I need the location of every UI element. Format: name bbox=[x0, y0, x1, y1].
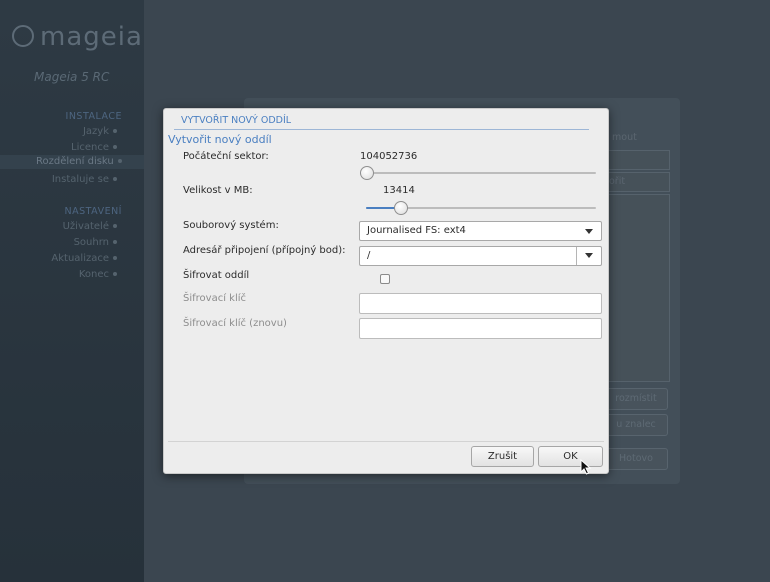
step-dot-icon bbox=[113, 256, 117, 260]
bg-button: rozmístit bbox=[604, 388, 668, 410]
sidebar-item-language: Jazyk bbox=[0, 126, 117, 137]
bg-partial-label: mout bbox=[612, 132, 637, 143]
bg-field: ořit bbox=[604, 172, 670, 192]
sidebar-heading-install: INSTALACE bbox=[65, 111, 122, 122]
sidebar: mageia Mageia 5 RC INSTALACE Jazyk Licen… bbox=[0, 0, 144, 582]
ok-button[interactable]: OK bbox=[538, 446, 603, 467]
sidebar-item-label: Aktualizace bbox=[51, 253, 109, 264]
button-divider bbox=[168, 441, 604, 442]
create-partition-dialog: VYTVOŘIT NOVÝ ODDÍL Vytvořit nový oddíl … bbox=[163, 108, 609, 474]
version-label: Mageia 5 RC bbox=[34, 70, 110, 84]
sidebar-item-label: Rozdělení disku bbox=[36, 156, 114, 167]
bg-field bbox=[604, 150, 670, 170]
filesystem-label: Souborový systém: bbox=[183, 220, 279, 231]
sidebar-item-label: Jazyk bbox=[82, 126, 109, 137]
step-dot-icon bbox=[113, 177, 117, 181]
slider-handle[interactable] bbox=[394, 201, 408, 215]
title-divider bbox=[174, 129, 589, 130]
sidebar-item-partitioning: Rozdělení disku bbox=[0, 155, 144, 169]
sidebar-item-updates: Aktualizace bbox=[0, 253, 117, 264]
sidebar-item-finish: Konec bbox=[0, 269, 117, 280]
mount-point-label: Adresář připojení (přípojný bod): bbox=[183, 245, 346, 256]
encrypt-checkbox[interactable] bbox=[380, 274, 390, 284]
start-sector-slider[interactable] bbox=[360, 165, 596, 181]
size-value: 13414 bbox=[383, 185, 415, 196]
bg-list bbox=[604, 194, 670, 382]
start-sector-label: Počáteční sektor: bbox=[183, 151, 269, 162]
mount-point-dropdown-button[interactable] bbox=[576, 247, 601, 265]
mageia-cauldron-icon bbox=[12, 24, 34, 47]
dialog-subtitle: Vytvořit nový oddíl bbox=[168, 133, 272, 146]
encrypt-key-label: Šifrovací klíč bbox=[183, 293, 247, 304]
sidebar-heading-settings: NASTAVENÍ bbox=[64, 206, 122, 217]
mageia-logo: mageia bbox=[12, 22, 143, 52]
encrypt-key-again-label: Šifrovací klíč (znovu) bbox=[183, 318, 287, 329]
start-sector-value: 104052736 bbox=[360, 151, 418, 162]
sidebar-item-installing: Instaluje se bbox=[0, 174, 117, 185]
mount-point-value: / bbox=[367, 250, 371, 261]
step-dot-icon bbox=[113, 240, 117, 244]
step-dot-icon bbox=[113, 224, 117, 228]
bg-partial-label: ořit bbox=[609, 176, 626, 187]
step-dot-icon bbox=[113, 129, 117, 133]
step-dot-icon bbox=[113, 145, 117, 149]
step-dot-icon bbox=[113, 272, 117, 276]
encrypt-key-again-input[interactable] bbox=[359, 318, 602, 339]
logo-text: mageia bbox=[40, 22, 143, 52]
bg-button: u znalec bbox=[604, 414, 668, 436]
slider-handle[interactable] bbox=[360, 166, 374, 180]
slider-track bbox=[360, 172, 596, 174]
filesystem-select[interactable]: Journalised FS: ext4 bbox=[359, 221, 602, 241]
mount-point-combo-entry[interactable]: / bbox=[359, 246, 602, 266]
sidebar-item-users: Uživatelé bbox=[0, 221, 117, 232]
chevron-down-icon bbox=[585, 253, 593, 258]
filesystem-selected-value: Journalised FS: ext4 bbox=[367, 225, 466, 236]
sidebar-item-summary: Souhrn bbox=[0, 237, 117, 248]
encrypt-key-input[interactable] bbox=[359, 293, 602, 314]
sidebar-item-license: Licence bbox=[0, 142, 117, 153]
dialog-title: VYTVOŘIT NOVÝ ODDÍL bbox=[181, 115, 292, 126]
sidebar-item-label: Konec bbox=[78, 269, 109, 280]
size-label: Velikost v MB: bbox=[183, 185, 253, 196]
mouse-pointer-icon bbox=[580, 459, 592, 475]
sidebar-item-label: Instaluje se bbox=[51, 174, 109, 185]
cancel-button[interactable]: Zrušit bbox=[471, 446, 534, 467]
step-dot-icon bbox=[117, 159, 122, 163]
sidebar-item-label: Souhrn bbox=[73, 237, 109, 248]
chevron-down-icon bbox=[585, 229, 593, 234]
size-slider[interactable] bbox=[366, 200, 596, 216]
bg-button: Hotovo bbox=[604, 448, 668, 470]
sidebar-item-label: Licence bbox=[71, 142, 109, 153]
sidebar-item-label: Uživatelé bbox=[62, 221, 109, 232]
encrypt-label: Šifrovat oddíl bbox=[183, 270, 250, 281]
